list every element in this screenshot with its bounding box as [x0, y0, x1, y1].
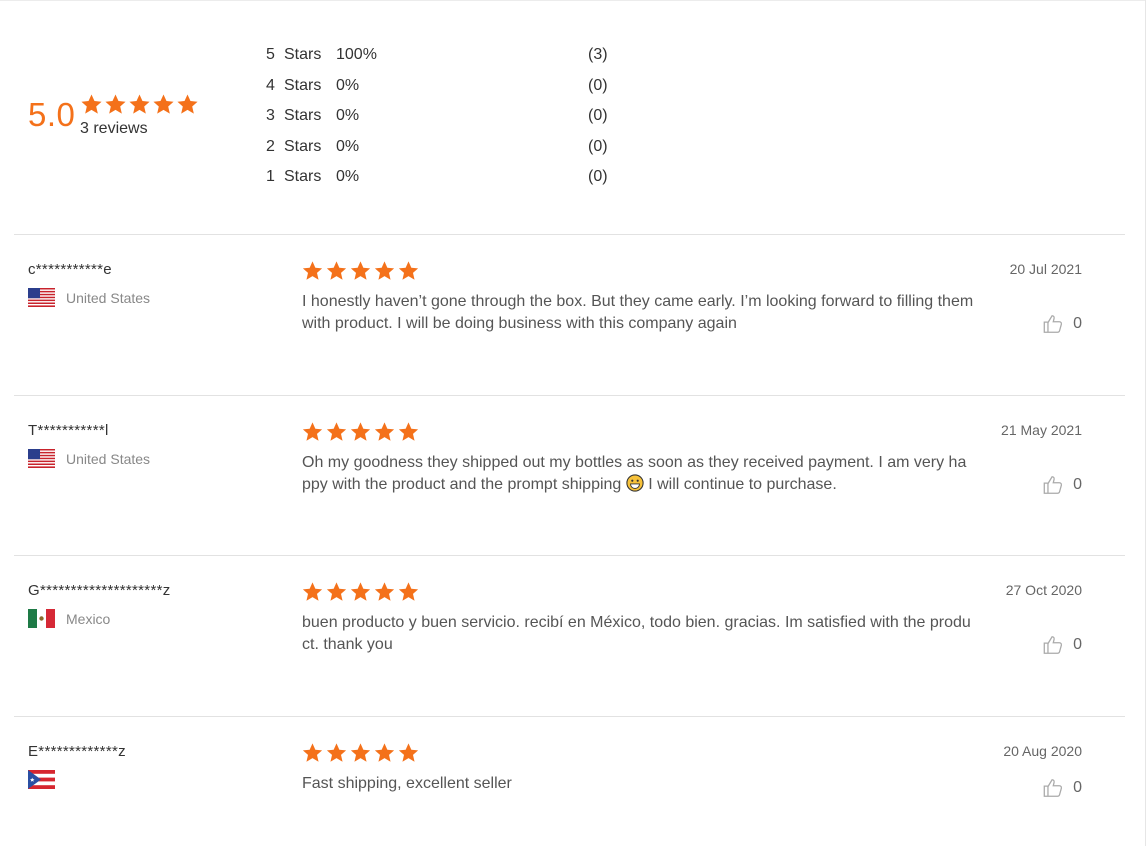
- review-count: 3 reviews: [80, 120, 148, 137]
- star-level: 1: [266, 168, 275, 186]
- star-icon: [350, 261, 371, 280]
- star-icon: [398, 743, 419, 762]
- star-icon: [302, 261, 323, 280]
- star-icon: [326, 261, 347, 280]
- distribution-bar: [396, 176, 576, 180]
- star-icon: [350, 582, 371, 601]
- helpful-count: 0: [1073, 476, 1082, 493]
- review-text: I honestly haven’t gone through the box.…: [302, 293, 974, 332]
- review-date: 20 Aug 2020: [1003, 743, 1082, 759]
- us-flag-icon: [28, 449, 55, 468]
- distribution-bar: [396, 85, 576, 89]
- distribution-bar: [396, 54, 576, 58]
- rating-summary: 5.0 3 reviews 5 Stars 100% (3) 4 Stars 0…: [0, 0, 1146, 234]
- stars-label: Stars: [284, 137, 322, 155]
- percent: 0%: [336, 168, 360, 186]
- reviewer-country: United States: [28, 288, 150, 307]
- star-icon: [302, 422, 323, 441]
- helpful-count: 0: [1073, 636, 1082, 653]
- star-level: 3: [266, 107, 275, 125]
- star-icon: [302, 743, 323, 762]
- count: (0): [588, 137, 608, 155]
- star-icon: [398, 261, 419, 280]
- star-level: 2: [266, 137, 275, 155]
- star-icon: [326, 422, 347, 441]
- stars-label: Stars: [284, 168, 322, 186]
- review-date: 20 Jul 2021: [1009, 261, 1082, 277]
- star-icon: [153, 94, 174, 114]
- review-rating: [301, 742, 420, 764]
- reviewer-country: [28, 770, 66, 789]
- reviewer-name: G********************z: [28, 582, 171, 599]
- review-text: buen producto y buen servicio. recibí en…: [302, 614, 971, 653]
- star-icon: [326, 582, 347, 601]
- country-name: United States: [66, 450, 151, 467]
- reviewer-name: E*************z: [28, 743, 126, 760]
- thumbs-up-icon: [1043, 476, 1063, 494]
- star-icon: [398, 582, 419, 601]
- percent: 0%: [336, 107, 360, 125]
- average-stars: [80, 93, 199, 116]
- reviewer-country: United States: [28, 449, 150, 468]
- star-level: 4: [266, 76, 275, 94]
- helpful-button[interactable]: 0: [1042, 777, 1082, 799]
- helpful-button[interactable]: 0: [1042, 313, 1082, 335]
- distribution-bar: [396, 115, 576, 119]
- helpful-count: 0: [1073, 779, 1082, 796]
- star-icon: [129, 94, 150, 114]
- count: (0): [588, 76, 608, 94]
- review-date: 21 May 2021: [1001, 422, 1082, 438]
- star-icon: [350, 422, 371, 441]
- star-icon: [374, 422, 395, 441]
- stars-label: Stars: [284, 46, 322, 63]
- review-text: Oh my goodness they shipped out my bottl…: [302, 452, 974, 496]
- thumbs-up-icon: [1043, 315, 1063, 333]
- stars-label: Stars: [284, 107, 322, 125]
- reviewer-name: T***********l: [28, 422, 109, 439]
- reviewer-country: Mexico: [28, 609, 110, 628]
- percent: 0%: [336, 76, 360, 94]
- mexico-flag-icon: [28, 609, 55, 628]
- us-flag-icon: [28, 288, 55, 307]
- reviewer-name: c***********e: [28, 261, 112, 278]
- percent: 100%: [336, 46, 377, 63]
- star-icon: [81, 94, 102, 114]
- helpful-button[interactable]: 0: [1042, 634, 1082, 656]
- review-rating: [301, 260, 420, 282]
- star-icon: [326, 743, 347, 762]
- country-name: United States: [66, 289, 151, 306]
- helpful-count: 0: [1073, 315, 1082, 332]
- star-icon: [177, 94, 198, 114]
- country-name: Mexico: [66, 610, 111, 627]
- review-item: T***********l United States Oh my goodne…: [14, 395, 1125, 556]
- thumbs-up-icon: [1043, 779, 1063, 797]
- helpful-button[interactable]: 0: [1042, 474, 1082, 496]
- review-rating: [301, 581, 420, 603]
- star-icon: [350, 743, 371, 762]
- star-icon: [302, 582, 323, 601]
- review-item: G********************z Mexico buen produ…: [14, 555, 1125, 716]
- star-icon: [374, 261, 395, 280]
- review-item: E*************z Fast shipping, excellent…: [14, 716, 1125, 847]
- review-rating: [301, 421, 420, 443]
- thumbs-up-icon: [1043, 636, 1063, 654]
- review-date: 27 Oct 2020: [1005, 582, 1082, 598]
- star-level: 5: [266, 46, 275, 63]
- distribution-bar: [396, 146, 576, 150]
- grinning-face-emoji-icon: [626, 474, 644, 492]
- stars-label: Stars: [284, 76, 322, 94]
- count: (0): [588, 168, 608, 186]
- star-icon: [374, 582, 395, 601]
- count: (0): [588, 107, 608, 125]
- average-rating: 5.0: [28, 96, 76, 133]
- review-text-part: I will continue to purchase.: [643, 476, 837, 493]
- review-item: c***********e United States I honestly h…: [14, 234, 1125, 395]
- star-icon: [398, 422, 419, 441]
- count: (3): [588, 46, 608, 63]
- review-text: Fast shipping, excellent seller: [302, 775, 512, 792]
- puerto-rico-flag-icon: [28, 770, 55, 789]
- star-icon: [105, 94, 126, 114]
- percent: 0%: [336, 137, 360, 155]
- star-icon: [374, 743, 395, 762]
